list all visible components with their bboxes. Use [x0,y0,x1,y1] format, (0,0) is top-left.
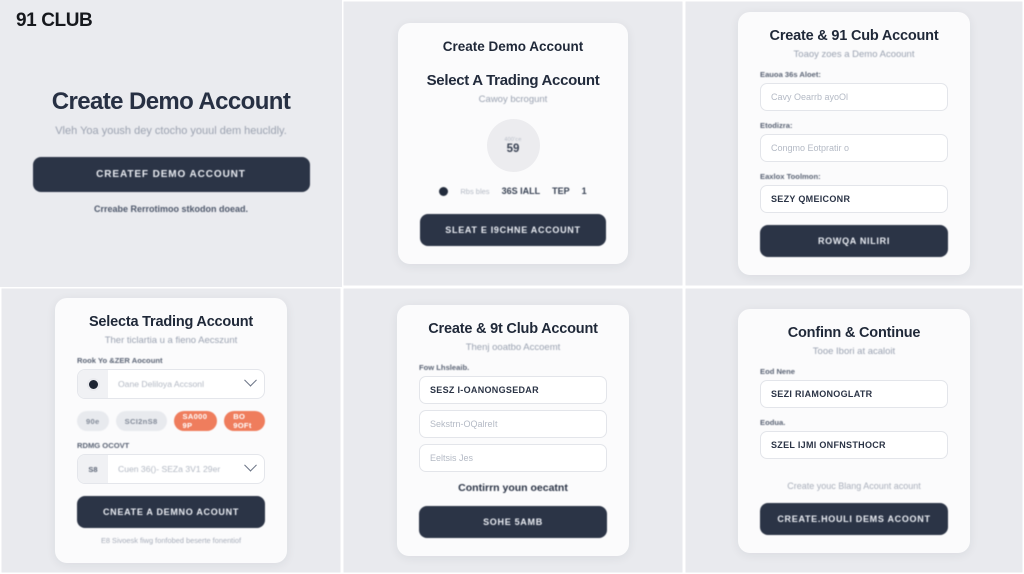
page-title: Create Demo Account [51,88,291,115]
account-group-label: Rook Yo &ZER Aocount [77,356,163,365]
account-select-dropdown[interactable]: Oane Deliloya Accsonl [77,369,265,399]
chip-1[interactable]: SCI2nS8 [115,411,167,431]
meta-item-1: 36S IALL [501,186,541,196]
create-account-card: Create & 9t Club Account Thenj ooatbo Ac… [397,305,629,556]
card-title: Create & 91 Cub Account [769,28,939,44]
screenshot-collage: 91 CLUB Create Demo Account Vleh Yoa you… [0,0,1024,574]
chip-2[interactable]: SA000 9P [173,411,218,431]
balance-badge: 400'ce 59 [486,119,540,172]
chevron-down-icon [244,458,257,472]
card-subtitle: Thenj ooatbo Accoemt [465,342,561,353]
confirm-card: Confinn & Continue Tooe Ibori at acaloit… [738,308,970,553]
code-input[interactable]: SEZY QMEICONR [760,185,948,213]
card-footer-note: E8 Sivoesk fiwg fonfobed beserte fonenti… [100,536,242,545]
field-label-0: Eod Nene [760,366,796,376]
create-demo-account-button[interactable]: CREATE.HOULI DEMS ACOONT [760,502,948,535]
create-account-card: Create & 91 Cub Account Toaoy zoes a Dem… [738,12,970,275]
select-account-button[interactable]: SLEAT E I9CHNE ACCOUNT [420,214,606,246]
hero-note: Crreabe Rerrotimoo stkodon doead. [93,204,249,214]
radio-icon [78,370,108,398]
first-field-label: Fow Lhsleaib. [419,363,470,372]
full-name-input[interactable]: SESZ I-OANONGSEDAR [419,376,607,404]
balance-select-value: Cuen 36()- SEZa 3V1 29er [118,464,221,474]
panel-trading-account-form: Selecta Trading Account Ther ticlartia u… [0,287,342,574]
panel-select-trading-account: Create Demo Account Select A Trading Acc… [342,0,684,287]
email-input[interactable]: SZEL IJMI ONFNSTHOCR [760,430,948,459]
card-header: Create Demo Account [442,39,584,54]
email-input[interactable]: Sekstrn-OQalreIt [419,410,607,438]
field-label-2: Eaxlox Toolmon: [760,172,821,181]
page-subtitle: Vleh Yoa yoush dey ctocho youul dem heuc… [55,125,287,137]
card-title: Create & 9t Club Account [428,321,598,337]
details-input[interactable]: Eeltsis Jes [419,444,607,472]
field-label-1: Eodua. [760,417,786,427]
create-demo-account-button[interactable]: CNEATE A DEMNO ACOUNT [77,496,265,528]
create-demo-account-button[interactable]: CREATEF DEMO ACCOUNT [32,157,310,192]
brand-logo: 91 CLUB [16,10,93,31]
card-subtitle: Ther ticlartia u a fieno Aecszunt [104,335,238,346]
panel-create-club-account: Create & 91 Cub Account Toaoy zoes a Dem… [684,0,1024,287]
balance-select-dropdown[interactable]: S8 Cuen 36()- SEZa 3V1 29er [77,454,265,484]
chip-0[interactable]: 90e [77,411,109,431]
card-subtitle: Toaoy zoes a Demo Acoount [793,49,915,60]
panel-confirm-continue: Confinn & Continue Tooe Ibori at acaloit… [684,287,1024,574]
trading-account-card: Selecta Trading Account Ther ticlartia u… [55,298,287,563]
ghost-note: Create youc Blang Acount acount [787,480,921,491]
currency-prefix-icon: S8 [78,455,108,483]
submit-button[interactable]: ROWQA NILIRI [760,225,948,257]
card-title: Confinn & Continue [787,324,921,341]
meta-item-2: TEP [552,186,570,196]
chevron-down-icon [244,373,257,387]
chip-3[interactable]: BO 9OFt [224,411,265,431]
account-select-value: Oane Deliloya Accsonl [118,379,204,389]
badge-value: 59 [506,142,520,155]
card-subtitle: Tooe Ibori at acaloit [812,345,896,357]
field-label-0: Eauoa 36s Aloet: [760,70,821,79]
meta-item-0: Rbs bles [460,186,490,196]
currency-prefix-label: S8 [88,464,98,474]
select-account-card: Create Demo Account Select A Trading Acc… [398,23,628,264]
full-name-input[interactable]: SEZI RIAMONOGLATR [760,379,948,408]
panel-create-club-account-filled: Create & 9t Club Account Thenj ooatbo Ac… [342,287,684,574]
panel-create-demo-hero: 91 CLUB Create Demo Account Vleh Yoa you… [0,0,342,287]
balance-group-label: RDMG OCOVT [77,441,130,450]
section-subtitle: Cawoy bcrogunt [478,94,548,105]
email-input[interactable]: Congmo Eotpratir o [760,134,948,162]
card-title: Selecta Trading Account [88,314,254,330]
account-meta-row: Rbs bles 36S IALL TEP 1 [420,186,606,196]
hero-screen: 91 CLUB Create Demo Account Vleh Yoa you… [0,0,342,287]
account-name-input[interactable]: Cavy Oearrb ayoOl [760,83,948,111]
hero-body: Create Demo Account Vleh Yoa yoush dey c… [0,88,342,214]
confirm-note: Contirrn youn oecatnt [458,482,568,494]
field-label-1: Etodizra: [760,121,793,130]
section-title: Select A Trading Account [426,72,600,89]
meta-item-3: 1 [581,186,587,196]
account-tag-chips: 90e SCI2nS8 SA000 9P BO 9OFt [77,411,265,431]
save-button[interactable]: SOHE 5AMB [419,506,607,538]
bullet-dot-icon [439,186,449,196]
